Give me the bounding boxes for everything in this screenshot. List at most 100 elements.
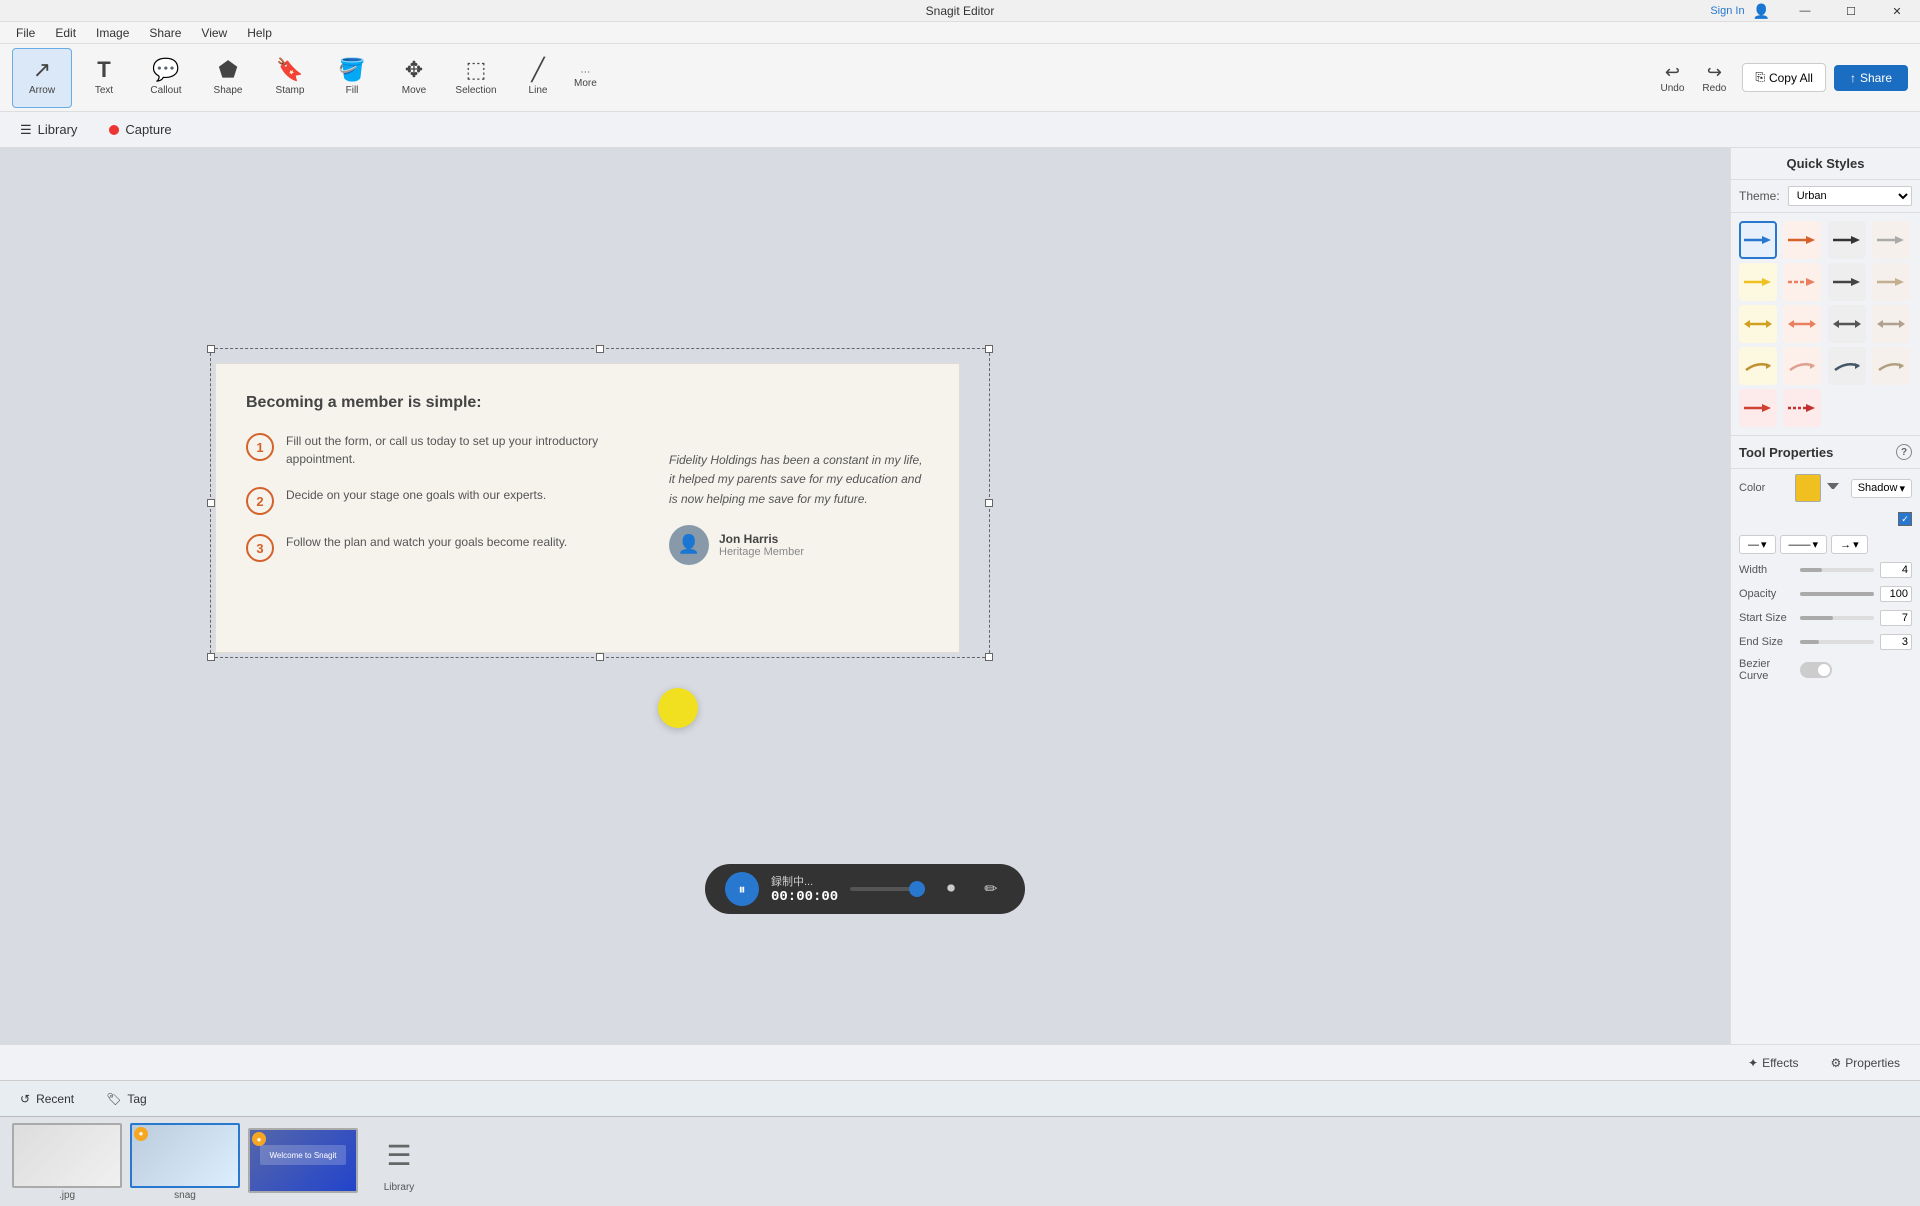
handle-top-mid[interactable]	[596, 345, 604, 353]
more-button[interactable]: ⋯ More	[570, 63, 601, 93]
line-dash-icon: ——	[1789, 539, 1811, 551]
style-dark-dbl[interactable]	[1828, 305, 1866, 343]
tool-callout[interactable]: 💬 Callout	[136, 48, 196, 108]
tool-stamp[interactable]: 🔖 Stamp	[260, 48, 320, 108]
line-end-style-button[interactable]: — ▾	[1739, 535, 1776, 554]
capture-nav[interactable]: Capture	[101, 118, 179, 141]
line-arrow-style-button[interactable]: → ▾	[1831, 535, 1868, 554]
tool-fill[interactable]: 🪣 Fill	[322, 48, 382, 108]
style-orange-solid[interactable]	[1783, 221, 1821, 259]
rec-progress-slider[interactable]	[850, 887, 925, 891]
end-size-row: End Size	[1731, 630, 1920, 654]
rec-record-button[interactable]: ⏺	[937, 875, 965, 903]
style-charcoal-solid[interactable]	[1828, 263, 1866, 301]
width-row: Width	[1731, 558, 1920, 582]
style-salmon-curve[interactable]	[1783, 347, 1821, 385]
opacity-input[interactable]	[1880, 586, 1912, 602]
menu-help[interactable]: Help	[239, 24, 280, 42]
filmstrip-library[interactable]: ☰ Library	[374, 1130, 424, 1193]
style-salmon-dashed[interactable]	[1783, 263, 1821, 301]
opacity-slider[interactable]	[1800, 592, 1874, 596]
tool-line[interactable]: ╱ Line	[508, 48, 568, 108]
redo-button[interactable]: ↪ Redo	[1694, 58, 1734, 98]
menu-edit[interactable]: Edit	[47, 24, 84, 42]
person-details: Jon Harris Heritage Member	[719, 532, 804, 558]
share-label: Share	[1860, 71, 1892, 85]
bottom-bar: ↺ Recent 🏷 Tag	[0, 1080, 1920, 1116]
filmstrip-item-snag2[interactable]: ● Welcome to Snagit	[248, 1128, 358, 1195]
style-salmon-dbl[interactable]	[1783, 305, 1821, 343]
tool-text[interactable]: T Text	[74, 48, 134, 108]
move-icon: ✥	[405, 59, 423, 81]
style-tan-dbl[interactable]	[1872, 305, 1910, 343]
help-icon[interactable]: ?	[1896, 444, 1912, 460]
menu-file[interactable]: File	[8, 24, 43, 42]
style-gray-solid[interactable]	[1872, 221, 1910, 259]
effects-button[interactable]: ✦ Effects	[1740, 1052, 1807, 1074]
shadow-button[interactable]: Shadow ▾	[1851, 479, 1912, 498]
filmstrip-thumb-snag: ●	[130, 1123, 240, 1188]
line-dash-style-button[interactable]: —— ▾	[1780, 535, 1828, 554]
properties-button[interactable]: ⚙ Properties	[1823, 1052, 1908, 1074]
handle-bot-mid[interactable]	[596, 653, 604, 661]
style-gold-dbl[interactable]	[1739, 305, 1777, 343]
style-navy-curve[interactable]	[1828, 347, 1866, 385]
bezier-toggle[interactable]	[1800, 662, 1832, 678]
share-button[interactable]: ↑ Share	[1834, 65, 1908, 91]
shape-icon: ⬟	[218, 59, 237, 81]
handle-bot-right[interactable]	[985, 653, 993, 661]
width-input[interactable]	[1880, 562, 1912, 578]
close-button[interactable]: ✕	[1874, 0, 1920, 22]
start-size-slider[interactable]	[1800, 616, 1874, 620]
style-tan-solid[interactable]	[1872, 263, 1910, 301]
handle-mid-right[interactable]	[985, 499, 993, 507]
maximize-button[interactable]: ☐	[1828, 0, 1874, 22]
menu-image[interactable]: Image	[88, 24, 137, 42]
signin-link[interactable]: Sign In	[1710, 5, 1744, 17]
library-nav[interactable]: ☰ Library	[12, 118, 85, 142]
color-dropdown-icon[interactable]	[1827, 483, 1839, 493]
copy-all-button[interactable]: ⎘ Copy All	[1742, 63, 1826, 92]
style-stone-curve[interactable]	[1872, 347, 1910, 385]
tag-tab[interactable]: 🏷 Tag	[98, 1088, 155, 1110]
style-gold-curve[interactable]	[1739, 347, 1777, 385]
width-slider[interactable]	[1800, 568, 1874, 572]
filmstrip-item-jpg[interactable]: .jpg	[12, 1123, 122, 1201]
canvas-area[interactable]: Becoming a member is simple: 1 Fill out …	[0, 148, 1730, 1044]
menu-view[interactable]: View	[193, 24, 235, 42]
style-yellow-solid[interactable]	[1739, 263, 1777, 301]
play-pause-button[interactable]: ⏸	[725, 872, 759, 906]
style-blue-solid[interactable]	[1739, 221, 1777, 259]
style-red-solid[interactable]	[1739, 389, 1777, 427]
theme-select[interactable]: Urban Default Modern	[1788, 186, 1912, 206]
end-size-input[interactable]	[1880, 634, 1912, 650]
end-size-slider[interactable]	[1800, 640, 1874, 644]
color-swatch[interactable]	[1795, 474, 1821, 502]
filmstrip-item-snag[interactable]: ● snag	[130, 1123, 240, 1201]
tool-move[interactable]: ✥ Move	[384, 48, 444, 108]
rec-edit-button[interactable]: ✏	[977, 875, 1005, 903]
style-red-dashed[interactable]	[1783, 389, 1821, 427]
person-title: Heritage Member	[719, 546, 804, 558]
rec-slider-thumb[interactable]	[909, 881, 925, 897]
tool-arrow[interactable]: ↗ Arrow	[12, 48, 72, 108]
minimize-button[interactable]: —	[1782, 0, 1828, 22]
recent-tab[interactable]: ↺ Recent	[12, 1088, 82, 1110]
handle-top-left[interactable]	[207, 345, 215, 353]
shadow-checkbox[interactable]: ✓	[1898, 512, 1912, 526]
undo-button[interactable]: ↩ Undo	[1653, 58, 1693, 98]
handle-top-right[interactable]	[985, 345, 993, 353]
start-size-input[interactable]	[1880, 610, 1912, 626]
tool-shape[interactable]: ⬟ Shape	[198, 48, 258, 108]
yellow-dot[interactable]	[658, 688, 698, 728]
line-end-arrow: ▾	[1761, 538, 1767, 551]
handle-mid-left[interactable]	[207, 499, 215, 507]
style-dark-solid[interactable]	[1828, 221, 1866, 259]
copy-all-label: Copy All	[1769, 71, 1813, 85]
redo-label: Redo	[1702, 83, 1726, 94]
fill-icon: 🪣	[338, 59, 365, 81]
tool-selection[interactable]: ⬚ Selection	[446, 48, 506, 108]
handle-bot-left[interactable]	[207, 653, 215, 661]
menu-share[interactable]: Share	[141, 24, 189, 42]
properties-icon: ⚙	[1831, 1056, 1842, 1070]
